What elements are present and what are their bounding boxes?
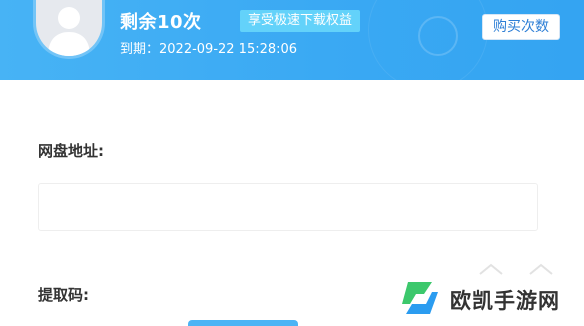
- speed-badge: 享受极速下载权益: [240, 10, 361, 32]
- faint-arrow-icon: [529, 263, 553, 275]
- buy-count-button[interactable]: 购买次数: [482, 14, 560, 40]
- netdisk-url-input[interactable]: [38, 183, 538, 231]
- submit-button[interactable]: [188, 320, 298, 326]
- faint-arrow-icon: [479, 263, 503, 275]
- account-header: 剩余10次 享受极速下载权益 到期：2022-09-22 15:28:06 购买…: [0, 0, 584, 80]
- watermark-text: 欧凯手游网: [450, 289, 560, 313]
- user-silhouette-icon: [48, 7, 90, 56]
- avatar: [36, 0, 102, 56]
- watermark: 欧凯手游网: [398, 278, 578, 322]
- remaining-count: 剩余10次: [120, 12, 202, 33]
- decorative-ring: [418, 16, 458, 56]
- expire-date: 到期：2022-09-22 15:28:06: [120, 42, 298, 57]
- netdisk-url-label: 网盘地址:: [38, 142, 104, 160]
- ok-logo-icon: [402, 282, 438, 314]
- extract-code-label: 提取码:: [38, 286, 89, 304]
